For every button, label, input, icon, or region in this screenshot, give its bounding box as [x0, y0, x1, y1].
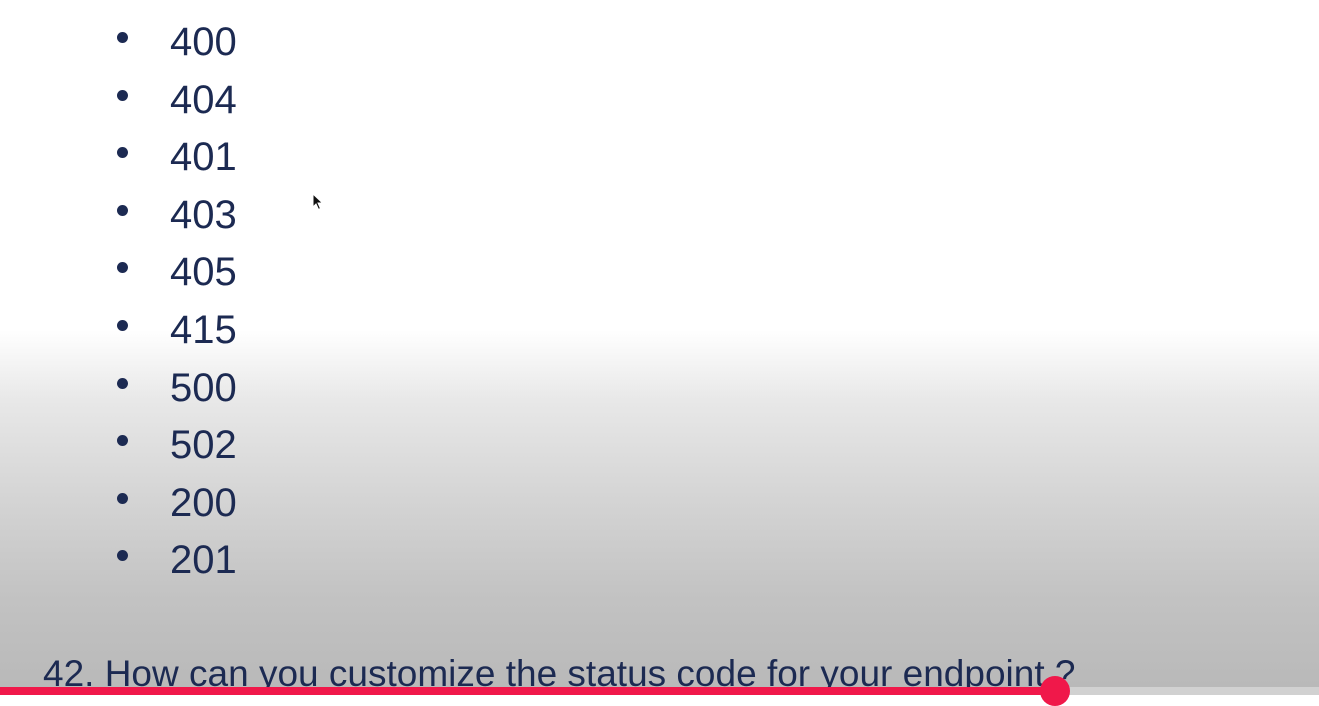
status-code: 400 [170, 20, 237, 64]
bullet-icon [117, 32, 128, 43]
mouse-pointer-icon [312, 193, 324, 211]
bullet-icon [117, 204, 128, 216]
slide: 400 404 401 403 405 415 500 502 200 201 … [0, 0, 1319, 695]
status-code: 401 [170, 135, 237, 180]
bullet-icon [117, 262, 128, 274]
status-code: 405 [170, 250, 237, 295]
video-progress-bar[interactable] [0, 676, 1319, 706]
bullet-icon [117, 89, 128, 101]
bullet-icon [117, 377, 128, 389]
status-code: 403 [170, 192, 237, 237]
status-code: 200 [170, 480, 237, 525]
status-code: 502 [170, 423, 237, 468]
bullet-icon [117, 492, 128, 504]
progress-scrubber-handle[interactable] [1040, 676, 1071, 706]
bullet-icon [117, 147, 128, 159]
status-code: 415 [170, 307, 237, 352]
bullet-icon [117, 550, 128, 562]
status-code: 404 [170, 77, 237, 122]
status-code: 500 [170, 365, 237, 410]
bullet-icon [117, 319, 128, 331]
progress-fill [0, 687, 1056, 695]
bullet-icon [117, 435, 128, 447]
status-code: 201 [170, 538, 237, 583]
